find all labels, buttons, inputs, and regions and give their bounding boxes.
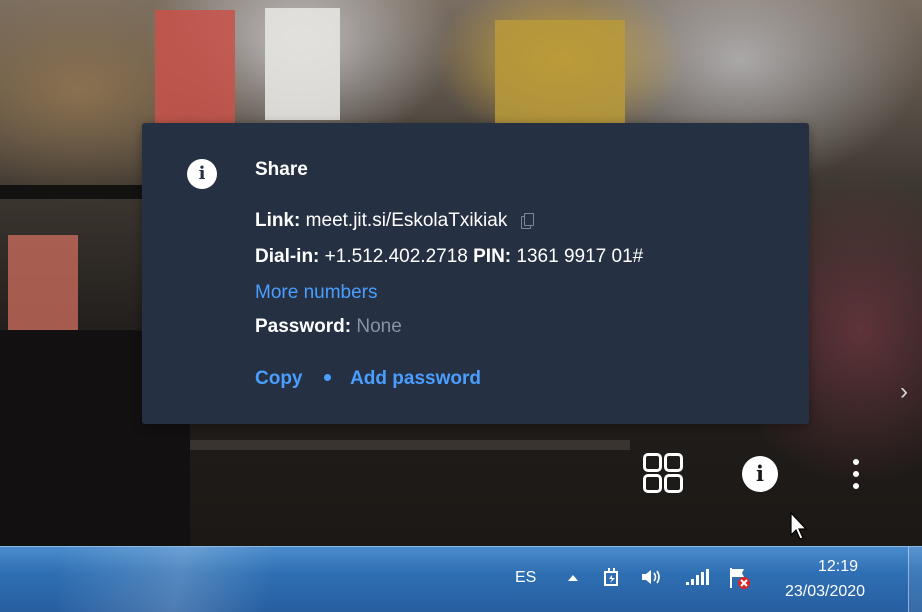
copy-link-icon[interactable] [520, 213, 534, 229]
windows-taskbar: ES 12:19 23/03/2020 [0, 546, 922, 612]
password-row: Password: None [255, 316, 402, 338]
separator-dot [323, 373, 331, 381]
shelf [0, 185, 150, 199]
chevron-right-icon[interactable]: › [900, 380, 908, 404]
network-signal-icon[interactable] [686, 569, 712, 585]
background-object [495, 20, 625, 125]
info-icon: i [187, 159, 217, 189]
dial-in-label: Dial-in: [255, 246, 320, 267]
link-label: Link: [255, 210, 301, 231]
show-hidden-icons-arrow[interactable] [568, 575, 578, 581]
info-icon[interactable]: i [742, 456, 778, 492]
show-desktop-button[interactable] [908, 547, 922, 612]
background-object [265, 8, 340, 120]
more-numbers-row: More numbers [255, 282, 378, 304]
pin-label: PIN: [473, 246, 512, 267]
share-dialog: i Share Link: meet.jit.si/EskolaTxikiak … [142, 123, 809, 424]
more-numbers-link[interactable]: More numbers [255, 282, 378, 303]
background-object [155, 10, 235, 125]
language-indicator[interactable]: ES [515, 569, 536, 587]
volume-icon[interactable] [640, 567, 664, 587]
tile-view-icon[interactable] [643, 453, 685, 495]
copy-button[interactable]: Copy [255, 368, 303, 389]
password-label: Password: [255, 316, 352, 337]
more-options-icon[interactable] [851, 459, 861, 489]
meeting-link[interactable]: meet.jit.si/EskolaTxikiak [306, 210, 508, 231]
background-object [8, 235, 78, 330]
dial-in-row: Dial-in: +1.512.402.2718 PIN: 1361 9917 … [255, 246, 643, 268]
background-object [190, 440, 630, 450]
clock-date[interactable]: 23/03/2020 [785, 583, 865, 601]
share-actions: Copy Add password [255, 368, 481, 390]
taskbar-highlight [60, 547, 360, 612]
password-value: None [356, 316, 402, 337]
action-center-flag-icon[interactable] [727, 566, 751, 590]
link-row: Link: meet.jit.si/EskolaTxikiak [255, 210, 534, 232]
pin-value: 1361 9917 01# [516, 246, 644, 267]
power-icon[interactable] [603, 567, 621, 587]
clock-time[interactable]: 12:19 [818, 558, 858, 576]
mouse-cursor-icon [790, 512, 808, 540]
dial-in-number: +1.512.402.2718 [324, 246, 468, 267]
share-title: Share [255, 159, 308, 180]
add-password-button[interactable]: Add password [350, 368, 481, 389]
